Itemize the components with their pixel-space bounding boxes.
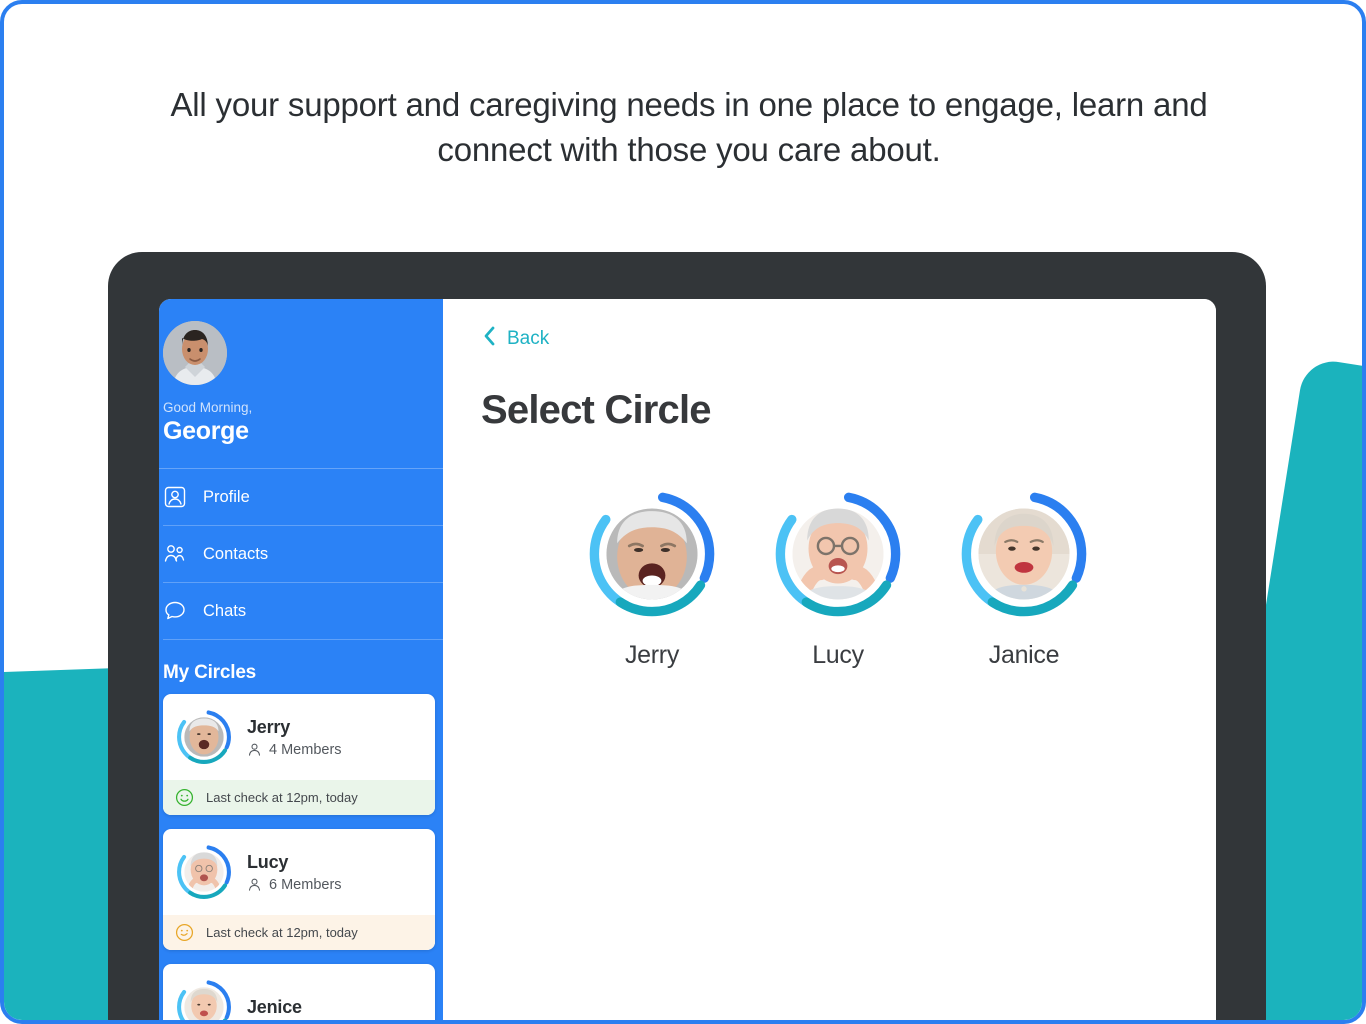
circle-avatar-ring <box>771 487 905 621</box>
circle-avatar-ring <box>957 487 1091 621</box>
george-avatar-image <box>163 321 227 385</box>
status-badge: Last check at 12pm, today <box>163 780 435 815</box>
tablet-screen: Good Morning, George Profile Contacts Ch… <box>159 299 1216 1020</box>
my-circles-heading: My Circles <box>163 662 257 683</box>
circle-avatar-ring <box>175 843 233 901</box>
avatar <box>163 321 227 385</box>
person-icon <box>163 485 187 509</box>
status-text: Last check at 12pm, today <box>206 925 358 940</box>
person-icon <box>248 743 261 756</box>
sidebar-item-label: Profile <box>203 487 250 506</box>
page-headline: All your support and caregiving needs in… <box>170 86 1208 168</box>
circle-name: Jenice <box>247 996 302 1017</box>
tablet-device-frame: Good Morning, George Profile Contacts Ch… <box>108 252 1266 1020</box>
smiley-happy-icon <box>175 788 194 807</box>
chat-bubble-icon <box>163 599 187 623</box>
status-badge: Last check at 12pm, today <box>163 915 435 950</box>
smiley-neutral-icon <box>175 923 194 942</box>
main-panel: Back Select Circle Jerry Lucy Janice <box>443 299 1216 1020</box>
circle-avatar-ring <box>175 978 233 1020</box>
circle-tile-label: Jerry <box>624 641 680 669</box>
back-label: Back <box>507 327 550 349</box>
circle-selection-grid: Jerry Lucy Janice <box>481 487 1216 670</box>
circle-avatar-ring <box>585 487 719 621</box>
circle-member-count: 6 Members <box>247 877 342 893</box>
status-text: Last check at 12pm, today <box>206 790 358 805</box>
circle-tile-label: Lucy <box>812 641 864 669</box>
list-item[interactable]: Jenice <box>163 964 435 1020</box>
sidebar: Good Morning, George Profile Contacts Ch… <box>159 299 443 1020</box>
circle-tile-lucy[interactable]: Lucy <box>771 487 905 670</box>
user-name: George <box>163 417 249 445</box>
member-count-label: 4 Members <box>269 741 342 758</box>
circle-name: Jerry <box>247 716 291 737</box>
greeting-text: Good Morning, <box>163 400 253 415</box>
circle-tile-jerry[interactable]: Jerry <box>585 487 719 670</box>
chevron-left-icon <box>481 325 498 352</box>
circle-name: Lucy <box>247 851 289 872</box>
back-button[interactable]: Back <box>481 325 549 352</box>
sidebar-item-profile[interactable]: Profile <box>159 469 443 525</box>
sidebar-item-label: Chats <box>203 601 247 620</box>
sidebar-item-label: Contacts <box>203 544 269 563</box>
sidebar-profile-block[interactable]: Good Morning, George <box>159 299 443 446</box>
people-icon <box>163 542 187 566</box>
app-page: All your support and caregiving needs in… <box>0 0 1366 1024</box>
person-icon <box>248 878 261 891</box>
circle-member-count: 4 Members <box>247 742 342 758</box>
sidebar-item-chats[interactable]: Chats <box>159 583 443 639</box>
circle-tile-janice[interactable]: Janice <box>957 487 1091 670</box>
list-item[interactable]: Lucy 6 Members Last check at 12pm, today <box>163 829 435 950</box>
page-title: Select Circle <box>481 388 712 432</box>
divider <box>163 639 443 640</box>
circle-tile-label: Janice <box>988 641 1060 669</box>
circle-avatar-ring <box>175 708 233 766</box>
list-item[interactable]: Jerry 4 Members Last check at 12pm, toda… <box>163 694 435 815</box>
member-count-label: 6 Members <box>269 876 342 893</box>
sidebar-item-contacts[interactable]: Contacts <box>159 526 443 582</box>
